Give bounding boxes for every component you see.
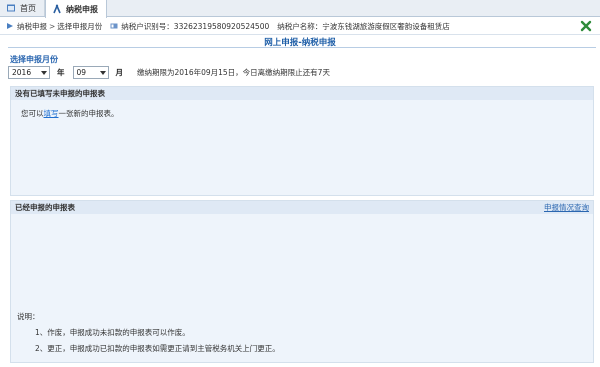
notes-title: 说明： [17, 312, 40, 321]
tab-home-label: 首页 [20, 3, 36, 13]
breadcrumb: 纳税申报 > 选择申报月份 纳税户识别号： 332623195809205245… [0, 18, 600, 35]
year-unit-label: 年 [57, 68, 65, 77]
year-select-value: 2016 [12, 68, 32, 77]
person-icon [53, 4, 61, 14]
month-select-value: 09 [76, 68, 87, 77]
filed-forms-header: 已经申报的申报表 申报情况查询 [11, 201, 593, 214]
taxpayer-id-label: 纳税户识别号： [121, 21, 174, 31]
filed-forms-title: 已经申报的申报表 [15, 203, 75, 212]
declaration-status-query-link[interactable]: 申报情况查询 [544, 202, 589, 213]
chevron-down-icon [41, 70, 47, 75]
tab-tax-declaration[interactable]: 纳税申报 [45, 0, 107, 18]
unfilled-forms-panel: 没有已填写未申报的申报表 您可以填写一张新的申报表。 [10, 86, 594, 196]
filed-forms-panel: 已经申报的申报表 申报情况查询 [10, 200, 594, 310]
taxpayer-name-value: 宁波东钱湖旅游度假区奢韵设备租赁店 [322, 21, 450, 31]
title-divider [8, 47, 596, 48]
message-suffix: 一张新的申报表。 [58, 109, 119, 118]
breadcrumb-arrow-icon [7, 23, 13, 29]
deadline-text: 缴纳期限为2016年09月15日，今日离缴纳期限止还有7天 [137, 68, 330, 77]
note-item: 2、更正，申报成功已扣款的申报表如需更正请到主管税务机关上门更正。 [35, 344, 280, 353]
breadcrumb-item-tax-declaration[interactable]: 纳税申报 [17, 21, 47, 32]
taxpayer-id-value: 332623195809205245​00 [173, 21, 270, 31]
tab-home[interactable]: 首页 [0, 0, 45, 16]
year-select[interactable]: 2016 [8, 66, 50, 79]
tab-tax-declaration-label: 纳税申报 [66, 4, 98, 14]
notes-section: 说明： 1、作废，申报成功未扣款的申报表可以作废。 2、更正，申报成功已扣款的申… [10, 305, 594, 363]
unfilled-forms-header: 没有已填写未申报的申报表 [11, 87, 593, 100]
taxpayer-name-label: 纳税户名称： [277, 21, 323, 31]
period-selector: 2016 年 09 月 缴纳期限为2016年09月15日，今日离缴纳期限止还有7… [8, 66, 330, 79]
message-prefix: 您可以 [21, 109, 44, 118]
tab-bar: 首页 纳税申报 [0, 0, 600, 18]
unfilled-forms-title: 没有已填写未申报的申报表 [15, 89, 105, 98]
fill-new-form-link[interactable]: 填写 [44, 109, 59, 118]
id-card-icon [110, 23, 118, 29]
home-icon [7, 4, 15, 12]
close-icon[interactable] [580, 20, 592, 32]
month-select[interactable]: 09 [72, 66, 109, 79]
chevron-down-icon [99, 70, 106, 75]
note-item: 1、作废，申报成功未扣款的申报表可以作废。 [35, 328, 190, 337]
breadcrumb-item-select-month: 选择申报月份 [57, 21, 103, 31]
unfilled-forms-message: 您可以填写一张新的申报表。 [11, 100, 593, 119]
breadcrumb-separator: > [49, 21, 56, 31]
select-month-heading: 选择申报月份 [10, 55, 58, 64]
month-unit-label: 月 [115, 68, 124, 77]
